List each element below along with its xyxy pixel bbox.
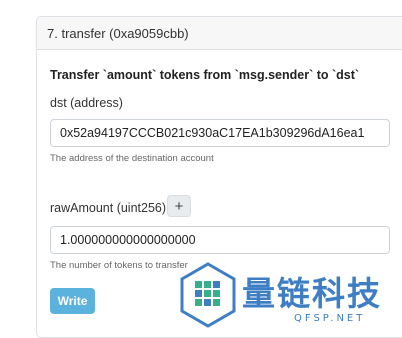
raw-amount-input[interactable]: 1.000000000000000000 bbox=[50, 226, 390, 254]
raw-amount-label: rawAmount (uint256) bbox=[50, 201, 167, 215]
function-header[interactable]: 7. transfer (0xa9059cbb) bbox=[37, 17, 402, 50]
dst-hint: The address of the destination account bbox=[50, 153, 214, 164]
dst-label: dst (address) bbox=[50, 96, 123, 110]
function-description: Transfer `amount` tokens from `msg.sende… bbox=[50, 68, 360, 82]
watermark: 量链科技 QFSP.NET bbox=[178, 258, 402, 329]
watermark-logo-icon bbox=[180, 262, 236, 328]
watermark-text: 量链科技 bbox=[242, 274, 382, 313]
add-decimals-button[interactable]: + bbox=[167, 195, 191, 217]
raw-amount-hint: The number of tokens to transfer bbox=[50, 260, 188, 271]
dst-input[interactable]: 0x52a94197CCCB021c930aC17EA1b309296dA16e… bbox=[50, 119, 390, 147]
watermark-domain: QFSP.NET bbox=[294, 313, 366, 324]
write-button[interactable]: Write bbox=[50, 288, 95, 314]
